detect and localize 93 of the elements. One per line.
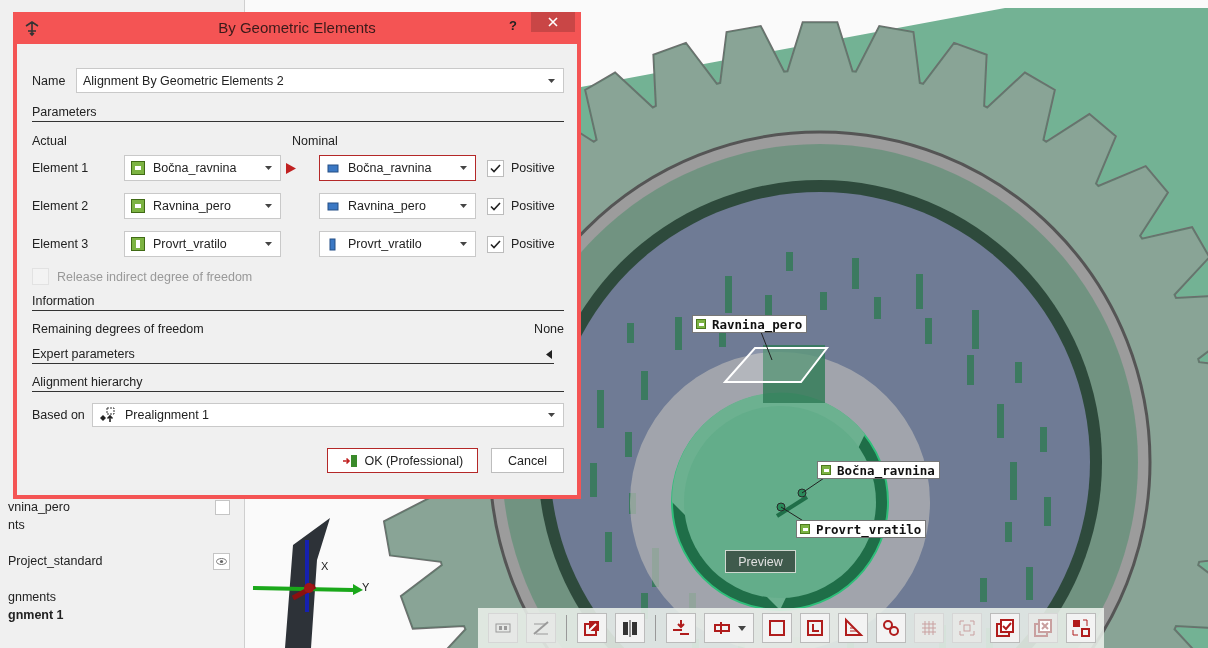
- triangle-icon: [842, 617, 864, 639]
- toolbar-button[interactable]: [990, 613, 1020, 643]
- caret-icon: [265, 204, 272, 208]
- plane-icon: [131, 199, 145, 213]
- checkbox[interactable]: [487, 235, 504, 253]
- close-button[interactable]: [531, 12, 575, 32]
- ok-button[interactable]: OK (Professional): [327, 448, 479, 473]
- actual-element-dropdown[interactable]: Provrt_vratilo: [124, 231, 281, 257]
- plane-icon: [131, 161, 145, 175]
- toolbar-button[interactable]: [838, 613, 868, 643]
- cylinder-icon: [131, 237, 145, 251]
- eye-icon: [216, 557, 227, 565]
- row-label: Element 1: [32, 161, 90, 175]
- plane-icon: [326, 161, 340, 175]
- toolbar-button[interactable]: [666, 613, 696, 643]
- callout-text: Provrt_vratilo: [816, 521, 922, 537]
- dialog-title: By Geometric Elements: [217, 19, 377, 36]
- checkbox[interactable]: [487, 159, 504, 177]
- leader-line: [760, 331, 773, 361]
- coordinate-axes-icon: [252, 540, 363, 612]
- caret-icon: [460, 204, 467, 208]
- info-value: None: [534, 322, 564, 336]
- tree-item[interactable]: gnment 1: [8, 608, 64, 622]
- tree-item[interactable]: nts: [8, 518, 25, 532]
- caret-icon: [460, 166, 467, 170]
- exit-icon: [342, 453, 359, 468]
- help-button[interactable]: ?: [509, 18, 517, 33]
- callout-text: Bočna_ravnina: [837, 462, 935, 478]
- check-icon: [490, 163, 501, 173]
- checklist-icon: [994, 617, 1016, 639]
- callout-text: Ravnina_pero: [712, 316, 803, 332]
- swap-icon: [1070, 617, 1092, 639]
- actual-element-dropdown[interactable]: Ravnina_pero: [124, 193, 281, 219]
- axis-label: X: [321, 560, 329, 572]
- preview-button[interactable]: Preview: [725, 550, 796, 573]
- toolbar-button[interactable]: [704, 613, 754, 643]
- row-label: Element 3: [32, 237, 90, 251]
- caret-icon: [738, 625, 746, 631]
- section-heading: Information: [32, 294, 564, 311]
- prealignment-icon: [99, 407, 117, 423]
- close-icon: [548, 17, 558, 27]
- square-icon: [766, 617, 788, 639]
- checkbox-label: Positive: [511, 199, 555, 213]
- toolbar-button[interactable]: [800, 613, 830, 643]
- check-icon: [490, 239, 501, 249]
- checkbox-label: Positive: [511, 161, 555, 175]
- tree-item[interactable]: gnments: [8, 590, 56, 604]
- name-field[interactable]: Alignment By Geometric Elements 2: [76, 68, 564, 93]
- checkbox[interactable]: [215, 499, 230, 515]
- plane-icon: [326, 199, 340, 213]
- nominal-element-dropdown[interactable]: Provrt_vratilo: [319, 231, 476, 257]
- expander-header[interactable]: Expert parameters: [32, 347, 554, 364]
- column-heading: Nominal: [292, 134, 338, 148]
- frame-icon: [804, 617, 826, 639]
- section-heading: Alignment hierarchy: [32, 375, 564, 392]
- info-label: Remaining degrees of freedom: [32, 322, 204, 336]
- axis-label: Y: [362, 581, 370, 593]
- toolbar-button[interactable]: [615, 613, 645, 643]
- actual-element-dropdown[interactable]: Bočna_ravnina: [124, 155, 281, 181]
- column-heading: Actual: [32, 134, 68, 148]
- field-label: Based on: [32, 408, 86, 422]
- delete-icon: [1032, 617, 1054, 639]
- cancel-button[interactable]: Cancel: [491, 448, 564, 473]
- based-on-dropdown[interactable]: Prealignment 1: [92, 403, 564, 427]
- check-icon: [490, 201, 501, 211]
- visibility-toggle[interactable]: [213, 552, 230, 570]
- circles-icon: [880, 617, 902, 639]
- toolbar-button[interactable]: [1066, 613, 1096, 643]
- plane-icon: [696, 319, 706, 329]
- checkbox-label: Positive: [511, 237, 555, 251]
- checkbox[interactable]: [487, 197, 504, 215]
- field-label: Name: [32, 73, 67, 88]
- caret-icon: [265, 242, 272, 246]
- corners-icon: [956, 617, 978, 639]
- tree-item[interactable]: Project_standard: [8, 554, 103, 568]
- alignment-icon: [23, 19, 41, 37]
- caret-icon: [265, 166, 272, 170]
- nominal-element-dropdown[interactable]: Bočna_ravnina: [319, 155, 476, 181]
- plane-icon: [800, 524, 810, 534]
- toolbar-button[interactable]: [577, 613, 607, 643]
- toolbar-button[interactable]: [762, 613, 792, 643]
- checkbox-label: Release indirect degree of freedom: [57, 269, 253, 284]
- caret-icon: [548, 413, 555, 417]
- expander-label: Expert parameters: [32, 347, 135, 361]
- row-label: Element 2: [32, 199, 90, 213]
- toolbar-button[interactable]: [876, 613, 906, 643]
- nominal-element-dropdown[interactable]: Ravnina_pero: [319, 193, 476, 219]
- axis-drawing: [775, 488, 809, 518]
- caret-icon: [548, 78, 555, 83]
- plane-icon: [821, 465, 831, 475]
- section-heading: Parameters: [32, 105, 564, 122]
- caret-icon: [460, 242, 467, 246]
- tree-item[interactable]: vnina_pero: [8, 500, 70, 514]
